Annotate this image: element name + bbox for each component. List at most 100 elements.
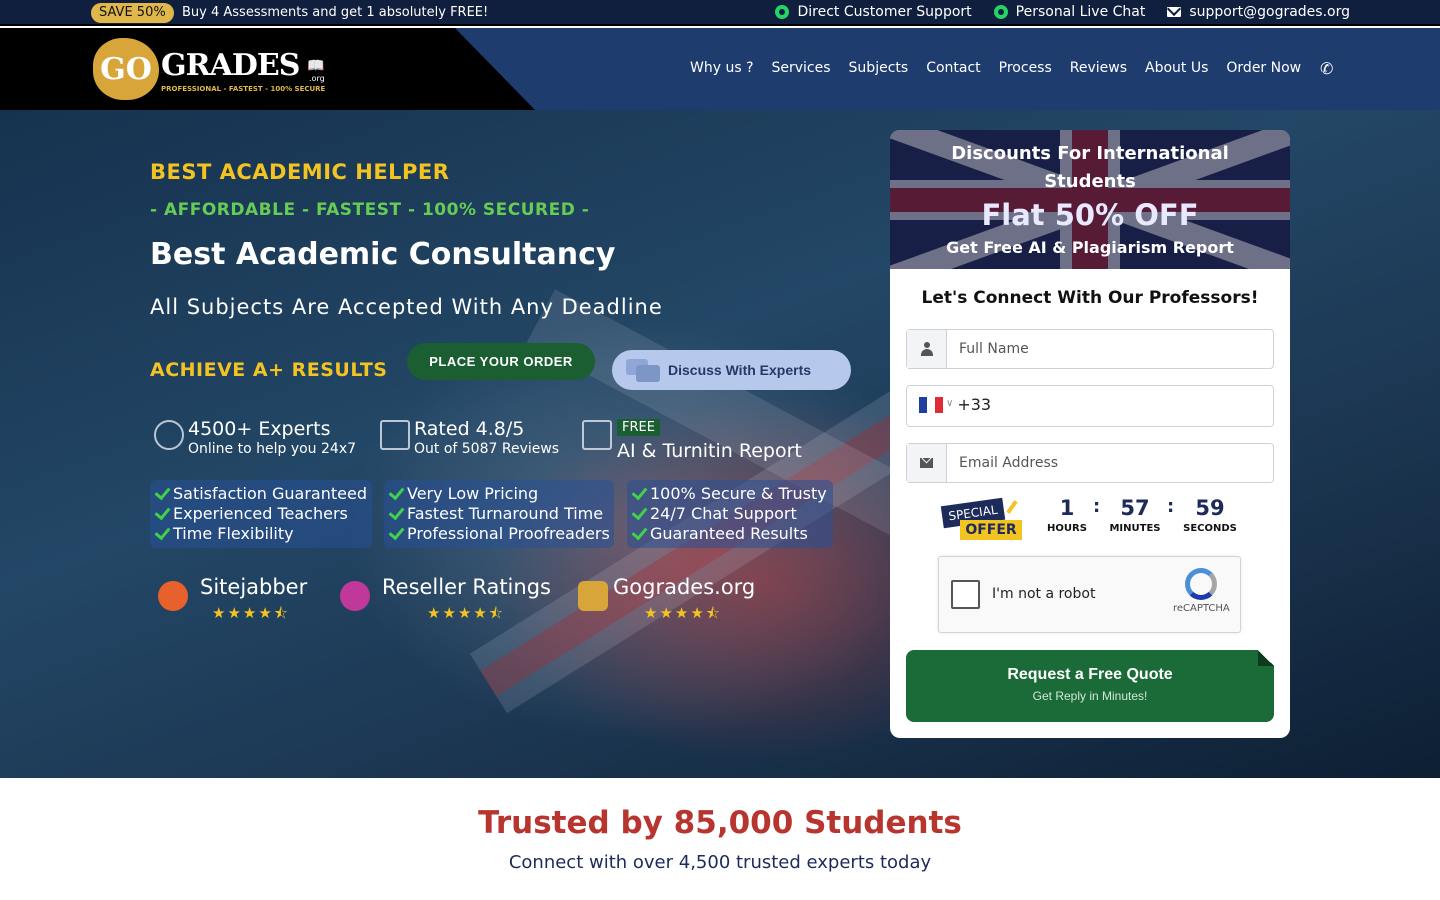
- hero-tagline: - AFFORDABLE - FASTEST - 100% SECURED -: [150, 200, 590, 220]
- check-icon: [387, 525, 403, 541]
- user-icon: [920, 342, 933, 356]
- top-bar: SAVE 50% Buy 4 Assessments and get 1 abs…: [0, 0, 1440, 26]
- support-email-link[interactable]: support@gogrades.org: [1167, 4, 1350, 20]
- banner-title: Discounts For International Students: [951, 143, 1229, 192]
- trusted-subtitle: Connect with over 4,500 trusted experts …: [508, 852, 932, 873]
- reseller-ratings-icon: [340, 581, 370, 611]
- feature-item: 24/7 Chat Support: [630, 503, 830, 523]
- nav-process[interactable]: Process: [999, 60, 1052, 76]
- request-quote-sub: Get Reply in Minutes!: [1032, 689, 1148, 703]
- discuss-experts-button[interactable]: Discuss With Experts: [612, 350, 851, 390]
- nav-subjects[interactable]: Subjects: [849, 60, 909, 76]
- timer-separator: :: [1167, 496, 1175, 517]
- discount-banner: Discounts For International Students Fla…: [890, 130, 1290, 269]
- logo-org: .org: [309, 74, 325, 83]
- book-icon: 📖: [307, 58, 325, 74]
- phone-dial-code[interactable]: +33: [957, 395, 991, 426]
- feature-label: Fastest Turnaround Time: [407, 503, 604, 523]
- check-icon: [630, 505, 646, 521]
- hero-section: BEST ACADEMIC HELPER - AFFORDABLE - FAST…: [0, 110, 1440, 778]
- nav-contact[interactable]: Contact: [926, 60, 980, 76]
- hero-eyebrow: BEST ACADEMIC HELPER: [150, 160, 450, 184]
- check-icon: [387, 505, 403, 521]
- feature-label: 24/7 Chat Support: [650, 503, 797, 523]
- trusted-title: Trusted by 85,000 Students: [478, 805, 962, 841]
- feature-item: Satisfaction Guaranteed: [153, 483, 369, 503]
- full-name-input[interactable]: [947, 330, 1273, 368]
- chat-icon: [626, 357, 662, 383]
- email-input[interactable]: [947, 444, 1273, 482]
- timer-seconds: 59 SECONDS: [1175, 496, 1245, 534]
- feature-item: Time Flexibility: [153, 523, 369, 543]
- nav-about-us[interactable]: About Us: [1145, 60, 1208, 76]
- timer-hours-value: 1: [1059, 496, 1075, 520]
- special-offer-bottom: OFFER: [960, 520, 1022, 540]
- feature-box-1: Satisfaction Guaranteed Experienced Teac…: [150, 480, 372, 548]
- envelope-icon: [920, 458, 933, 468]
- feature-item: Very Low Pricing: [387, 483, 611, 503]
- check-icon: [630, 485, 646, 501]
- feature-item: Guaranteed Results: [630, 523, 830, 543]
- hero-subtitle: All Subjects Are Accepted With Any Deadl…: [150, 295, 663, 319]
- place-order-button[interactable]: PLACE YOUR ORDER: [407, 343, 595, 380]
- phone-icon[interactable]: ✆: [1320, 59, 1338, 78]
- star-rating: ★★★★⯪: [212, 604, 290, 622]
- feature-label: Guaranteed Results: [650, 523, 808, 543]
- feature-label: 100% Secure & Trusty: [650, 483, 827, 503]
- email-field: [906, 443, 1274, 483]
- nav-services[interactable]: Services: [772, 60, 831, 76]
- feature-box-3: 100% Secure & Trusty 24/7 Chat Support G…: [627, 480, 833, 548]
- nav-order-now[interactable]: Order Now: [1226, 60, 1301, 76]
- check-icon: [153, 525, 169, 541]
- recaptcha-icon: [1185, 568, 1217, 600]
- support-email-label: support@gogrades.org: [1189, 4, 1350, 20]
- envelope-icon-wrap: [907, 444, 947, 482]
- timer-hours: 1 HOURS: [1032, 496, 1102, 534]
- chevron-down-icon[interactable]: ∨: [946, 398, 953, 426]
- gogrades-icon: [578, 581, 608, 611]
- check-icon: [387, 485, 403, 501]
- timer-minutes-label: MINUTES: [1109, 523, 1161, 534]
- feature-label: Experienced Teachers: [173, 503, 348, 523]
- feature-item: Professional Proofreaders: [387, 523, 611, 543]
- site-logo[interactable]: GO GRADES 📖 .org PROFESSIONAL - FASTEST …: [93, 38, 331, 100]
- live-chat-link[interactable]: Personal Live Chat: [993, 4, 1146, 20]
- request-quote-button[interactable]: Request a Free Quote Get Reply in Minute…: [906, 650, 1274, 722]
- report-icon: [582, 420, 612, 450]
- timer-minutes: 57 MINUTES: [1100, 496, 1170, 534]
- nav-why-us[interactable]: Why us ?: [690, 60, 754, 76]
- rating-name: Gogrades.org: [613, 575, 756, 599]
- whatsapp-icon: [775, 5, 790, 19]
- logo-grades: GRADES: [161, 48, 300, 83]
- feature-label: Satisfaction Guaranteed: [173, 483, 367, 503]
- main-nav: Why us ? Services Subjects Contact Proce…: [690, 60, 1301, 76]
- direct-support-link[interactable]: Direct Customer Support: [775, 4, 972, 20]
- france-flag-icon[interactable]: [919, 397, 943, 413]
- check-icon: [153, 505, 169, 521]
- check-icon: [630, 525, 646, 541]
- promo-text: Buy 4 Assessments and get 1 absolutely F…: [182, 5, 489, 20]
- logo-tagline: PROFESSIONAL - FASTEST - 100% SECURE: [161, 85, 326, 93]
- request-quote-label: Request a Free Quote: [1007, 666, 1173, 683]
- mail-icon: [1167, 7, 1182, 17]
- whatsapp-icon: [993, 5, 1008, 19]
- feature-label: Time Flexibility: [173, 523, 294, 543]
- feature-item: 100% Secure & Trusty: [630, 483, 830, 503]
- star-rating: ★★★★⯪: [644, 604, 722, 622]
- feature-item: Fastest Turnaround Time: [387, 503, 611, 523]
- banner-offer: Flat 50% OFF: [981, 198, 1199, 232]
- feature-label: Professional Proofreaders: [407, 523, 610, 543]
- page-curl-icon: [1258, 650, 1274, 666]
- nav-reviews[interactable]: Reviews: [1070, 60, 1127, 76]
- recaptcha-checkbox[interactable]: [951, 580, 980, 609]
- direct-support-label: Direct Customer Support: [797, 4, 972, 20]
- sitejabber-icon: [158, 581, 188, 611]
- site-header: GO GRADES 📖 .org PROFESSIONAL - FASTEST …: [0, 28, 1440, 110]
- quote-form-card: Discounts For International Students Fla…: [890, 130, 1290, 738]
- live-chat-label: Personal Live Chat: [1015, 4, 1146, 20]
- banner-sub: Get Free AI & Plagiarism Report: [946, 238, 1234, 257]
- save-badge: SAVE 50%: [91, 3, 174, 23]
- timer-seconds-label: SECONDS: [1183, 523, 1237, 534]
- stat-rating-sub: Out of 5087 Reviews: [414, 441, 560, 457]
- stat-report-title: AI & Turnitin Report: [617, 440, 802, 462]
